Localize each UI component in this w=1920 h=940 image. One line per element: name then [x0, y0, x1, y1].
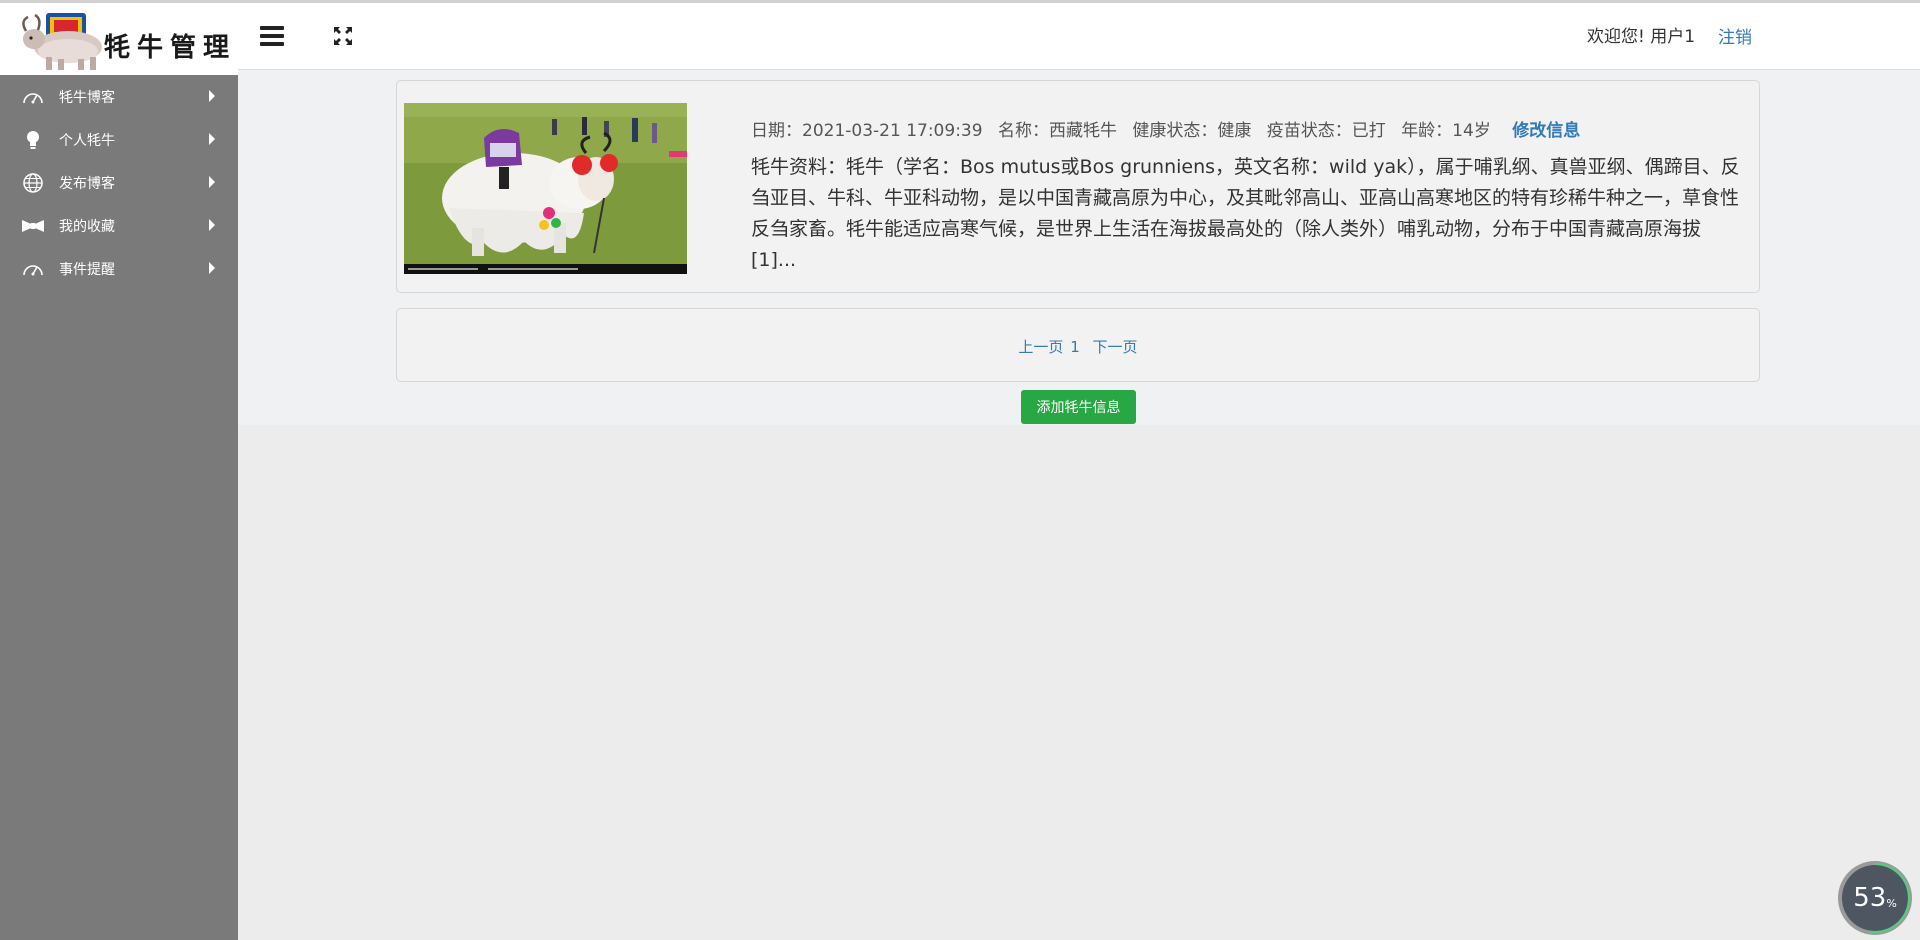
yak-logo-icon [22, 13, 102, 70]
welcome-text: 欢迎您! 用户1 [1587, 27, 1696, 47]
caret-right-icon [209, 176, 215, 188]
logo-text: 牦牛管理 [104, 33, 237, 63]
sidebar-item-label: 发布博客 [59, 175, 115, 192]
caret-right-icon [209, 133, 215, 145]
caret-right-icon [209, 262, 215, 274]
sidebar-item-label: 牦牛博客 [59, 89, 115, 106]
progress-number: 53 [1853, 883, 1887, 913]
yak-card: 日期：2021-03-21 17:09:39 名称：西藏牦牛 健康状态：健康 疫… [396, 80, 1760, 293]
sidebar-item-publish-blog[interactable]: 发布博客 [0, 161, 238, 204]
sidebar-item-label: 事件提醒 [59, 261, 115, 278]
yak-name: 名称：西藏牦牛 [997, 121, 1117, 141]
yak-vaccine-status: 疫苗状态：已打 [1266, 121, 1386, 141]
sidebar-nav: 牦牛博客 个人牦牛 发布博客 我的收藏 事件提醒 [0, 75, 238, 290]
top-header: 欢迎您! 用户1 注销 [238, 3, 1920, 70]
edit-info-link[interactable]: 修改信息 [1512, 121, 1580, 141]
sidebar-item-label: 我的收藏 [59, 218, 115, 235]
yak-photo [404, 103, 687, 274]
prev-page-link[interactable]: 上一页 [1018, 338, 1063, 356]
progress-value: 53% [1837, 860, 1913, 936]
globe-icon [20, 172, 46, 193]
yak-description: 牦牛资料：牦牛（学名：Bos mutus或Bos grunniens，英文名称：… [751, 156, 1740, 271]
yak-age: 年龄：14岁 [1401, 121, 1491, 141]
caret-right-icon [209, 90, 215, 102]
bowtie-icon [20, 219, 46, 233]
progress-unit: % [1886, 896, 1897, 910]
logo[interactable]: 牦牛管理 [0, 3, 238, 75]
pagination: 上一页 1 下一页 [396, 308, 1760, 382]
sidebar-item-event-reminder[interactable]: 事件提醒 [0, 247, 238, 290]
yak-health-status: 健康状态：健康 [1132, 121, 1252, 141]
fullscreen-icon[interactable] [332, 25, 354, 47]
progress-widget: 53% [1837, 860, 1913, 936]
hamburger-icon[interactable] [260, 26, 284, 47]
caret-right-icon [209, 219, 215, 231]
sidebar-item-personal-yak[interactable]: 个人牦牛 [0, 118, 238, 161]
sidebar-item-label: 个人牦牛 [59, 132, 115, 149]
dashboard-icon [20, 89, 46, 105]
sidebar-item-favorites[interactable]: 我的收藏 [0, 204, 238, 247]
logout-link[interactable]: 注销 [1718, 23, 1752, 48]
current-page: 1 [1070, 338, 1080, 356]
yak-info-line: 日期：2021-03-21 17:09:39 名称：西藏牦牛 健康状态：健康 疫… [751, 116, 1580, 141]
next-page-link[interactable]: 下一页 [1093, 338, 1138, 356]
lightbulb-icon [20, 130, 46, 150]
sidebar: 牦牛管理 牦牛博客 个人牦牛 发布博客 我的收藏 事件提醒 [0, 3, 238, 940]
sidebar-item-yak-blog[interactable]: 牦牛博客 [0, 75, 238, 118]
add-yak-button[interactable]: 添加牦牛信息 [1021, 390, 1136, 424]
yak-date: 日期：2021-03-21 17:09:39 [751, 121, 983, 141]
dashboard-icon [20, 261, 46, 277]
